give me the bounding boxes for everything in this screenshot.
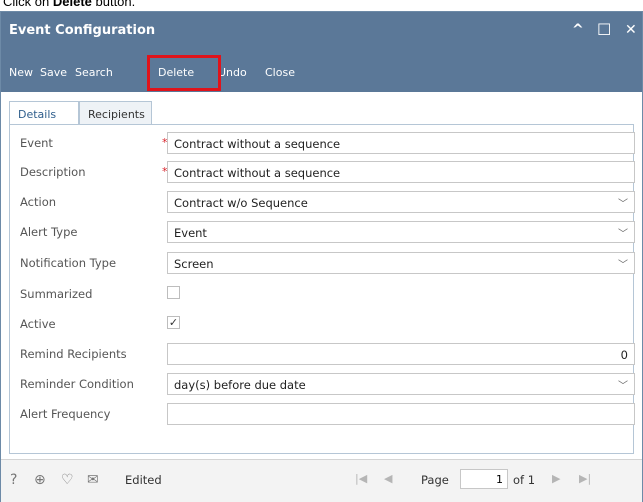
alert-type-select[interactable]: Event ﹀	[167, 221, 635, 243]
last-page-icon[interactable]: ▶|	[579, 472, 591, 485]
action-select[interactable]: Contract w/o Sequence ﹀	[167, 191, 635, 213]
reminder-condition-label: Reminder Condition	[20, 377, 134, 391]
reminder-condition-value: day(s) before due date	[174, 378, 306, 392]
tab-recipients[interactable]: Recipients	[79, 101, 152, 125]
page-label: Page	[421, 473, 449, 487]
event-row: Event * Contract without a sequence	[10, 132, 635, 154]
active-checkbox[interactable]: ✓	[167, 316, 180, 329]
notification-type-select[interactable]: Screen ﹀	[167, 252, 635, 274]
close-window-icon[interactable]: ✕	[625, 22, 637, 38]
event-label: Event	[20, 136, 53, 150]
remind-recipients-field[interactable]: 0	[167, 343, 635, 365]
reminder-condition-select[interactable]: day(s) before due date ﹀	[167, 373, 635, 395]
notification-type-label: Notification Type	[20, 256, 117, 270]
first-page-icon[interactable]: |◀	[355, 472, 367, 485]
alert-frequency-row: Alert Frequency	[10, 403, 635, 425]
alert-type-value: Event	[174, 226, 207, 240]
maximize-icon[interactable]: ☐	[597, 20, 611, 39]
event-field[interactable]: Contract without a sequence	[167, 132, 635, 154]
alert-type-row: Alert Type Event ﹀	[10, 221, 635, 243]
delete-highlight-box	[147, 55, 221, 91]
action-label: Action	[20, 195, 57, 209]
page-of-label: of 1	[513, 473, 536, 487]
window-title: Event Configuration	[9, 23, 156, 38]
undo-button[interactable]: Undo	[218, 66, 247, 79]
new-button[interactable]: New	[9, 66, 33, 79]
alert-frequency-label: Alert Frequency	[20, 407, 111, 421]
description-field[interactable]: Contract without a sequence	[167, 161, 635, 183]
summarized-checkbox[interactable]	[167, 286, 180, 299]
chevron-down-icon[interactable]: ﹀	[618, 256, 628, 271]
page-number-input[interactable]: 1	[460, 469, 508, 489]
chevron-down-icon[interactable]: ﹀	[618, 195, 628, 210]
status-bar: ? ⊕ ♡ ✉ Edited |◀ ◀ Page 1 of 1 ▶ ▶|	[1, 459, 642, 502]
save-button[interactable]: Save	[40, 66, 67, 79]
event-configuration-window: Event Configuration ^ ☐ ✕ New Save Searc…	[0, 11, 643, 502]
mail-icon[interactable]: ✉	[87, 472, 99, 488]
window-titlebar: Event Configuration ^ ☐ ✕	[1, 12, 642, 52]
remind-recipients-label: Remind Recipients	[20, 347, 127, 361]
tab-details[interactable]: Details	[9, 101, 79, 125]
reminder-condition-row: Reminder Condition day(s) before due dat…	[10, 373, 635, 395]
action-row: Action Contract w/o Sequence ﹀	[10, 191, 635, 213]
close-button[interactable]: Close	[265, 66, 295, 79]
active-label: Active	[20, 317, 56, 331]
status-text: Edited	[125, 473, 162, 487]
previous-page-icon[interactable]: ◀	[384, 472, 392, 485]
details-panel: Event * Contract without a sequence Desc…	[9, 124, 635, 454]
form-body: Details Recipients Event * Contract with…	[1, 92, 642, 457]
instruction-text: Click on Delete button.	[3, 0, 136, 9]
alert-frequency-field[interactable]	[167, 403, 635, 425]
chevron-down-icon[interactable]: ﹀	[618, 377, 628, 392]
chevron-down-icon[interactable]: ﹀	[618, 225, 628, 240]
active-row: Active ✓	[10, 313, 630, 335]
lightbulb-icon[interactable]: ♡	[61, 472, 74, 488]
summarized-label: Summarized	[20, 287, 93, 301]
remind-recipients-row: Remind Recipients 0	[10, 343, 635, 365]
description-row: Description * Contract without a sequenc…	[10, 161, 635, 183]
notification-type-value: Screen	[174, 257, 214, 271]
support-icon[interactable]: ⊕	[34, 472, 46, 488]
minimize-icon[interactable]: ^	[572, 22, 584, 38]
summarized-row: Summarized	[10, 283, 630, 305]
toolbar: New Save Search Delete Undo Close	[1, 52, 642, 92]
help-icon[interactable]: ?	[10, 472, 17, 488]
description-label: Description	[20, 165, 86, 179]
next-page-icon[interactable]: ▶	[552, 472, 560, 485]
action-value: Contract w/o Sequence	[174, 196, 308, 210]
alert-type-label: Alert Type	[20, 225, 78, 239]
search-button[interactable]: Search	[75, 66, 113, 79]
notification-type-row: Notification Type Screen ﹀	[10, 252, 635, 274]
